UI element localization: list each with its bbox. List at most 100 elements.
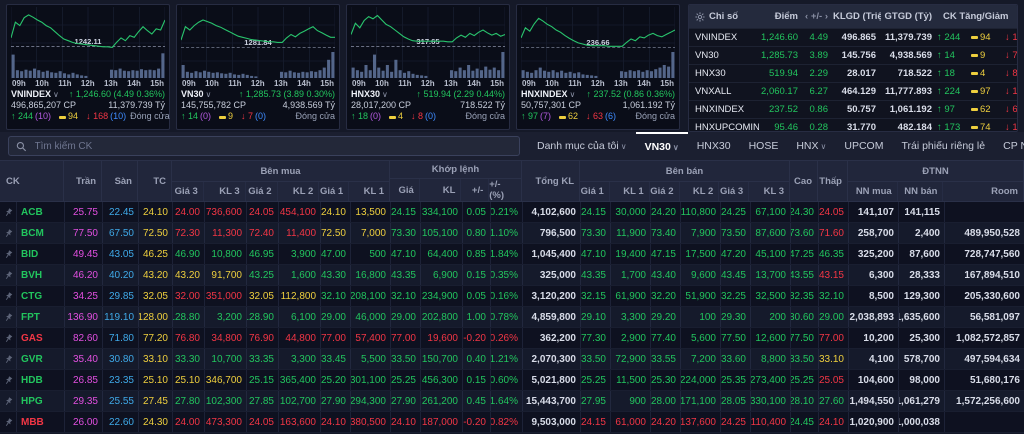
index-summary-row-HNX30[interactable]: HNX30 519.94 2.29 28.017 718.522 ↑ 18 4 …	[689, 64, 1017, 82]
cell: 27.60	[819, 391, 849, 411]
ticker-symbol[interactable]: GVR	[17, 349, 65, 369]
index-summary-row-VNXALL[interactable]: VNXALL 2,060.17 6.27 464.129 11,777.893 …	[689, 82, 1017, 100]
table-row-BID[interactable]: BID49.4543.0546.2546.9010,80046.953,9004…	[0, 244, 1024, 265]
index-symbol-dropdown[interactable]: VNINDEX∨	[11, 89, 59, 100]
table-row-GAS[interactable]: GAS82.6071.8077.2076.8034,80076.9044,800…	[0, 328, 1024, 349]
cell: 129.00	[819, 307, 849, 327]
table-row-BCM[interactable]: BCM77.5067.5072.5072.3011,30072.4011,400…	[0, 223, 1024, 244]
index-symbol-dropdown[interactable]: HNXINDEX∨	[521, 89, 575, 100]
index-updown: ↑ 14 9 ↓ 7	[937, 50, 1018, 61]
cell: 61,000	[611, 412, 651, 432]
ticker-symbol[interactable]: MBB	[17, 412, 65, 432]
tab-label: UPCOM	[844, 140, 883, 152]
cell: 578,700	[899, 349, 945, 369]
table-row-HDB[interactable]: HDB26.8523.3525.1025.10346,70025.15365,4…	[0, 370, 1024, 391]
col-ben-ban-4: Giá 3	[719, 182, 749, 201]
cell: 32.20	[651, 286, 681, 306]
time-tick: 11h	[398, 79, 411, 89]
tab-vn30[interactable]: VN30∨	[636, 132, 688, 160]
index-point: 519.94	[759, 68, 803, 79]
cell: 76.90	[247, 328, 279, 348]
cell: 57,400	[351, 328, 391, 348]
pin-button[interactable]	[0, 244, 17, 264]
tab-upcom[interactable]: UPCOM	[835, 132, 892, 160]
table-row-BVH[interactable]: BVH46.2040.2043.2043.2091,70043.251,6004…	[0, 265, 1024, 286]
table-row-HPG[interactable]: HPG29.3525.5527.4527.80102,30027.85102,7…	[0, 391, 1024, 412]
cell: 728,747,560	[945, 244, 1024, 264]
tab-hnx30[interactable]: HNX30	[688, 132, 740, 160]
pin-button[interactable]	[0, 412, 17, 432]
pin-button[interactable]	[0, 391, 17, 411]
pin-button[interactable]	[0, 370, 17, 390]
cell: 7,200	[681, 349, 721, 369]
cell: 129.10	[581, 307, 611, 327]
cell: 30,000	[611, 202, 651, 222]
index-summary-row-HNXINDEX[interactable]: HNXINDEX 237.52 0.86 50.757 1,061.192 ↑ …	[689, 100, 1017, 118]
cell: 1,635,600	[899, 307, 945, 327]
tab-cp-ng-nh[interactable]: CP Ngành∨	[994, 132, 1024, 160]
ticker-symbol[interactable]: ACB	[17, 202, 65, 222]
ticker-symbol[interactable]: BVH	[17, 265, 65, 285]
pin-button[interactable]	[0, 265, 17, 285]
cell: 102,300	[205, 391, 247, 411]
ceiling-count: (10)	[35, 111, 51, 122]
index-name: VNINDEX	[689, 32, 759, 43]
pin-icon	[2, 290, 15, 303]
cell: 47.10	[581, 244, 611, 264]
cell: 43.35	[581, 265, 611, 285]
time-tick: 09h	[522, 79, 536, 89]
panel-gear-icon[interactable]	[695, 12, 705, 22]
cell: 24.10	[321, 202, 351, 222]
intraday-chart: 236.66	[521, 7, 675, 79]
index-symbol-dropdown[interactable]: VN30∨	[181, 89, 211, 100]
ticker-symbol[interactable]: FPT	[17, 307, 65, 327]
table-row-GVR[interactable]: GVR35.4030.8033.1033.3010,70033.353,3003…	[0, 349, 1024, 370]
table-row-ACB[interactable]: ACB25.7522.4524.1024.00736,60024.05454,1…	[0, 202, 1024, 223]
ticker-symbol[interactable]: CTG	[17, 286, 65, 306]
index-symbol-dropdown[interactable]: HNX30∨	[351, 89, 388, 100]
floor-count: (0)	[425, 111, 436, 122]
table-row-CTG[interactable]: CTG34.2529.8532.0532.00351,00032.05112,8…	[0, 286, 1024, 307]
tab-danh-m-c-c-a-t-i[interactable]: Danh mục của tôi∨	[528, 132, 636, 160]
pin-button[interactable]	[0, 349, 17, 369]
cell: 4,102,600	[523, 202, 581, 222]
index-summary-row-HNXUPCOMINDEX[interactable]: HNXUPCOMINDEX 95.46 0.28 31.770 482.184 …	[689, 118, 1017, 132]
cell: 141,107	[849, 202, 899, 222]
col-ben-ban-2: Giá 2	[650, 182, 680, 201]
ticker-symbol[interactable]: HPG	[17, 391, 65, 411]
cell: 136.90	[65, 307, 103, 327]
search-box[interactable]	[8, 136, 520, 156]
ticker-symbol[interactable]: BID	[17, 244, 65, 264]
index-volume: 50,757,301 CP	[521, 100, 581, 111]
search-input[interactable]	[33, 140, 512, 153]
ticker-symbol[interactable]: HDB	[17, 370, 65, 390]
index-change: 0.28	[803, 122, 833, 132]
pin-button[interactable]	[0, 328, 17, 348]
pin-button[interactable]	[0, 286, 17, 306]
index-summary-header: Chỉ số Điểm ‹ +/- › KLGD (Triệu) GTGD (T…	[689, 5, 1017, 28]
cell: 24.10	[819, 412, 849, 432]
index-col-name: Chỉ số	[689, 11, 759, 22]
pin-button[interactable]	[0, 223, 17, 243]
tab-hose[interactable]: HOSE	[740, 132, 788, 160]
ticker-symbol[interactable]: BCM	[17, 223, 65, 243]
table-row-MBB[interactable]: MBB26.0022.6024.3024.00473,30024.051,163…	[0, 412, 1024, 433]
tab-tr-i-phi-u-ri-ng-l[interactable]: Trái phiếu riêng lẻ	[892, 132, 994, 160]
index-summary-row-VN30[interactable]: VN30 1,285.73 3.89 145.756 4,938.569 ↑ 1…	[689, 46, 1017, 64]
pin-button[interactable]	[0, 307, 17, 327]
tab-hnx[interactable]: HNX∨	[787, 132, 835, 160]
ticker-symbol[interactable]: GAS	[17, 328, 65, 348]
index-change: 3.89	[803, 50, 833, 61]
unchanged: 62	[559, 111, 578, 122]
cell: 27.95	[581, 391, 611, 411]
cell: 25.25	[791, 370, 819, 390]
cell: 11,300	[205, 223, 247, 243]
time-tick: 10h	[375, 79, 389, 89]
index-col-change[interactable]: ‹ +/- ›	[803, 11, 833, 22]
pin-button[interactable]	[0, 202, 17, 222]
tab-label: VN30	[645, 141, 671, 153]
index-summary-row-VNINDEX[interactable]: VNINDEX 1,246.60 4.49 496.865 11,379.739…	[689, 28, 1017, 46]
table-row-FPT[interactable]: FPT136.90119.10128.00128.803,200128.906,…	[0, 307, 1024, 328]
ceiling-count: (0)	[200, 111, 211, 122]
cell: 119.10	[103, 307, 139, 327]
